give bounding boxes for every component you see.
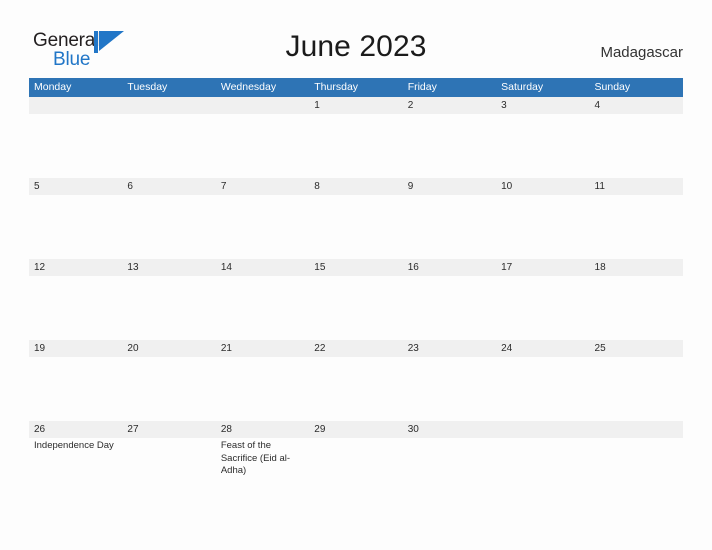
page-header: General Blue June 2023 Madagascar bbox=[0, 0, 712, 78]
calendar-day-cell[interactable]: 8 bbox=[309, 178, 402, 259]
calendar-day-cell[interactable]: 10 bbox=[496, 178, 589, 259]
holiday-event-label: Feast of the Sacrifice (Eid al-Adha) bbox=[220, 440, 291, 476]
calendar-week-row: 12 13 14 15 16 17 18 bbox=[29, 259, 683, 340]
calendar-day-cell[interactable]: 12 bbox=[29, 259, 122, 340]
day-number: 3 bbox=[501, 100, 507, 111]
day-number: 21 bbox=[220, 343, 232, 354]
calendar-day-cell[interactable]: 11 bbox=[590, 178, 683, 259]
calendar-week-row: 26 Independence Day 27 28 Feast of the Sacri… bbox=[29, 421, 683, 502]
weekday-header-saturday: Saturday bbox=[501, 81, 544, 93]
day-number bbox=[34, 97, 119, 114]
calendar-day-cell[interactable]: 9 bbox=[403, 178, 496, 259]
day-number: 7 bbox=[220, 181, 227, 192]
calendar-week-row: 19 20 21 22 23 24 25 bbox=[29, 340, 683, 421]
calendar-day-cell[interactable]: 6 bbox=[122, 178, 215, 259]
day-number: 24 bbox=[501, 343, 513, 354]
day-number: 30 bbox=[407, 424, 419, 435]
day-number: 23 bbox=[407, 343, 419, 354]
calendar-day-cell[interactable]: 19 bbox=[29, 340, 122, 421]
day-number: 8 bbox=[314, 181, 320, 192]
day-number bbox=[595, 421, 680, 438]
calendar-day-cell-empty bbox=[122, 97, 215, 178]
calendar-day-cell[interactable]: 5 bbox=[29, 178, 122, 259]
day-number: 5 bbox=[34, 181, 40, 192]
day-number bbox=[221, 97, 306, 114]
calendar-day-cell[interactable]: 15 bbox=[309, 259, 402, 340]
calendar-day-cell-empty bbox=[496, 421, 589, 502]
calendar-day-cell[interactable]: 27 bbox=[122, 421, 215, 502]
calendar-day-cell[interactable]: 4 bbox=[590, 97, 683, 178]
day-number bbox=[501, 421, 586, 438]
week-day-cells: 19 20 21 22 23 24 25 bbox=[29, 340, 683, 421]
week-day-cells: 1 2 3 4 bbox=[29, 97, 683, 178]
calendar-grid: Monday Tuesday Wednesday Thursday Friday… bbox=[29, 78, 683, 502]
calendar-day-cell[interactable]: 13 bbox=[122, 259, 215, 340]
day-number: 4 bbox=[594, 100, 601, 111]
weekday-header-row: Monday Tuesday Wednesday Thursday Friday… bbox=[29, 78, 683, 97]
day-events: Feast of the Sacrifice (Eid al-Adha) bbox=[221, 438, 306, 478]
location-label: Madagascar bbox=[600, 44, 683, 61]
day-number: 6 bbox=[127, 181, 133, 192]
day-number: 15 bbox=[314, 262, 326, 273]
calendar-day-cell[interactable]: 17 bbox=[496, 259, 589, 340]
day-number: 27 bbox=[127, 424, 139, 435]
day-number: 10 bbox=[501, 181, 513, 192]
weekday-header-tuesday: Tuesday bbox=[127, 81, 168, 93]
calendar-day-cell[interactable]: 2 bbox=[403, 97, 496, 178]
calendar-day-cell[interactable]: 7 bbox=[216, 178, 309, 259]
calendar-week-row: 1 2 3 4 bbox=[29, 97, 683, 178]
day-number: 1 bbox=[314, 100, 320, 111]
day-number bbox=[127, 97, 212, 114]
calendar-day-cell[interactable]: 24 bbox=[496, 340, 589, 421]
week-day-cells: 5 6 7 8 9 10 11 bbox=[29, 178, 683, 259]
weekday-header-thursday: Thursday bbox=[314, 81, 359, 93]
calendar-day-cell[interactable]: 30 bbox=[403, 421, 496, 502]
holiday-event-label: Independence Day bbox=[34, 440, 114, 451]
day-number: 2 bbox=[407, 100, 414, 111]
day-number: 14 bbox=[220, 262, 232, 273]
day-number: 25 bbox=[594, 343, 606, 354]
day-number: 29 bbox=[314, 424, 326, 435]
calendar-day-cell[interactable]: 22 bbox=[309, 340, 402, 421]
calendar-day-cell[interactable]: 16 bbox=[403, 259, 496, 340]
weekday-header-wednesday: Wednesday bbox=[220, 81, 277, 93]
day-number: 12 bbox=[34, 262, 46, 273]
calendar-week-row: 5 6 7 8 9 10 11 bbox=[29, 178, 683, 259]
day-number: 9 bbox=[407, 181, 414, 192]
calendar-day-cell-empty bbox=[590, 421, 683, 502]
day-number: 17 bbox=[501, 262, 513, 273]
calendar-day-cell[interactable]: 29 bbox=[309, 421, 402, 502]
calendar-day-cell[interactable]: 20 bbox=[122, 340, 215, 421]
week-day-cells: 12 13 14 15 16 17 18 bbox=[29, 259, 683, 340]
day-number: 11 bbox=[594, 181, 605, 192]
calendar-page: General Blue June 2023 Madagascar Monday… bbox=[0, 0, 712, 550]
day-number: 18 bbox=[594, 262, 606, 273]
calendar-day-cell[interactable]: 3 bbox=[496, 97, 589, 178]
day-number: 13 bbox=[127, 262, 139, 273]
calendar-day-cell-empty bbox=[216, 97, 309, 178]
calendar-day-cell[interactable]: 28 Feast of the Sacrifice (Eid al-Adha) bbox=[216, 421, 309, 502]
weekday-header-sunday: Sunday bbox=[594, 81, 631, 93]
day-number: 28 bbox=[220, 424, 232, 435]
weekday-header-friday: Friday bbox=[407, 81, 437, 93]
calendar-day-cell[interactable]: 14 bbox=[216, 259, 309, 340]
calendar-day-cell[interactable]: 26 Independence Day bbox=[29, 421, 122, 502]
day-number: 26 bbox=[34, 424, 46, 435]
week-day-cells: 26 Independence Day 27 28 Feast of the Sacri… bbox=[29, 421, 683, 502]
day-number: 16 bbox=[407, 262, 419, 273]
day-events: Independence Day bbox=[34, 438, 119, 453]
day-number: 22 bbox=[314, 343, 326, 354]
calendar-day-cell[interactable]: 1 bbox=[309, 97, 402, 178]
calendar-day-cell[interactable]: 18 bbox=[590, 259, 683, 340]
day-number: 20 bbox=[127, 343, 139, 354]
calendar-weeks: 1 2 3 4 5 6 7 8 9 10 11 12 13 14 15 16 17 18 19 20 21 22 23 24 2… bbox=[29, 97, 683, 502]
calendar-day-cell[interactable]: 23 bbox=[403, 340, 496, 421]
calendar-day-cell[interactable]: 25 bbox=[590, 340, 683, 421]
calendar-day-cell[interactable]: 21 bbox=[216, 340, 309, 421]
weekday-header-monday: Monday bbox=[34, 81, 72, 93]
calendar-day-cell-empty bbox=[29, 97, 122, 178]
day-number: 19 bbox=[34, 343, 46, 354]
